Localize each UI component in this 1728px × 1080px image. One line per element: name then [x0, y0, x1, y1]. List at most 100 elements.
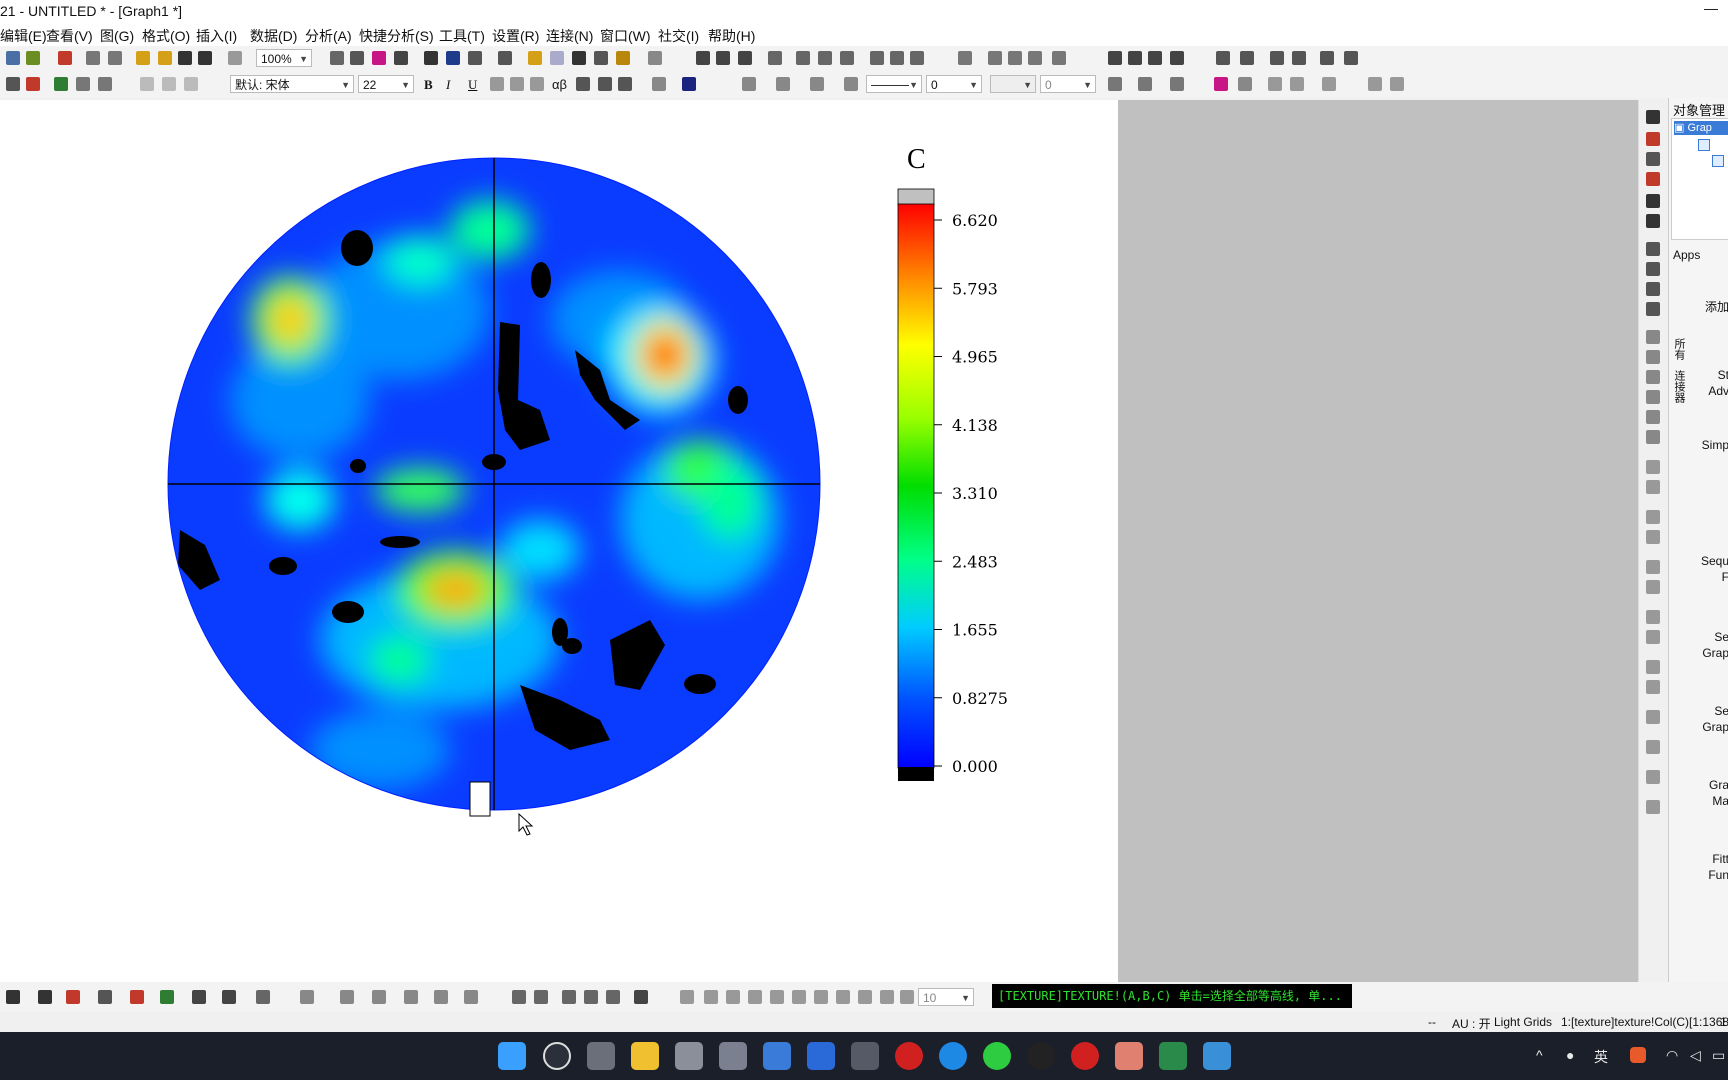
same-height-icon[interactable] — [1646, 580, 1660, 594]
copy-format-icon[interactable] — [98, 77, 112, 91]
image-plot-icon[interactable] — [464, 990, 478, 1004]
3d-bar-icon[interactable] — [372, 990, 386, 1004]
set-column-values-icon[interactable] — [696, 51, 710, 65]
distribute-v-icon[interactable] — [1646, 630, 1660, 644]
data-selector-icon[interactable] — [594, 51, 608, 65]
save-icon[interactable] — [178, 51, 192, 65]
open-icon[interactable] — [136, 51, 150, 65]
new-matrix-icon[interactable] — [58, 51, 72, 65]
sort-icon[interactable] — [738, 51, 752, 65]
print-icon[interactable] — [330, 51, 344, 65]
open-template-icon[interactable] — [158, 51, 172, 65]
menu-quick-analysis[interactable]: 快捷分析(S) — [359, 26, 434, 46]
apps-gear-icon[interactable] — [616, 51, 630, 65]
box-chart-icon[interactable] — [840, 51, 854, 65]
menu-social[interactable]: 社交(I) — [658, 26, 699, 46]
project-explorer-icon[interactable] — [498, 51, 512, 65]
calendar-icon[interactable] — [763, 1042, 791, 1070]
3d-wire-icon[interactable] — [340, 990, 354, 1004]
line-style-combo[interactable]: ▼ — [866, 75, 922, 93]
error-bar-icon[interactable] — [130, 990, 144, 1004]
increase-font-icon[interactable] — [576, 77, 590, 91]
colorbar-title[interactable]: C — [907, 144, 926, 175]
line-width-combo[interactable]: 0 ▼ — [926, 75, 982, 93]
resize-icon[interactable] — [1646, 800, 1660, 814]
scatter-plot-icon[interactable] — [6, 990, 20, 1004]
italic-button[interactable]: I — [446, 77, 450, 93]
last-icon[interactable] — [1170, 51, 1184, 65]
menu-format[interactable]: 格式(O) — [142, 26, 190, 46]
data-reader-icon[interactable] — [572, 51, 586, 65]
music-icon[interactable] — [1071, 1042, 1099, 1070]
move-right-icon[interactable] — [1320, 51, 1334, 65]
app-grap-1[interactable]: Grap — [1669, 646, 1728, 660]
align-icon[interactable] — [618, 77, 632, 91]
back-icon[interactable] — [1646, 680, 1660, 694]
cut-icon[interactable] — [140, 77, 154, 91]
plot-2d-icon[interactable] — [98, 990, 112, 1004]
settings-icon[interactable] — [675, 1042, 703, 1070]
front-icon[interactable] — [1368, 77, 1382, 91]
ungroup-icon[interactable] — [1290, 77, 1304, 91]
app-se-2[interactable]: Se — [1669, 704, 1728, 718]
previous-icon[interactable] — [1128, 51, 1142, 65]
menu-graph[interactable]: 图(G) — [100, 26, 134, 46]
swap-icon[interactable] — [1216, 51, 1230, 65]
rescale-icon[interactable] — [1646, 214, 1660, 228]
set-as-error-icon[interactable] — [1028, 51, 1042, 65]
select-icon[interactable] — [1646, 770, 1660, 784]
font-name-combo[interactable]: 默认: 宋体 ▼ — [230, 75, 354, 93]
arrow-right-icon[interactable] — [1270, 51, 1284, 65]
decrease-font-icon[interactable] — [598, 77, 612, 91]
fill-color-icon[interactable] — [742, 77, 756, 91]
layer-5-icon[interactable] — [1646, 410, 1660, 424]
table-icon[interactable] — [394, 51, 408, 65]
border-icon[interactable] — [1138, 77, 1152, 91]
layer-2-icon[interactable] — [1646, 350, 1660, 364]
layout-icon[interactable] — [372, 51, 386, 65]
app-simp[interactable]: Simp — [1669, 438, 1728, 452]
app-fun[interactable]: Fun — [1669, 868, 1728, 882]
camera-icon[interactable] — [851, 1042, 879, 1070]
group-icon[interactable] — [1268, 77, 1282, 91]
extract-graph-icon[interactable] — [584, 990, 598, 1004]
underline-button[interactable]: U — [468, 77, 477, 93]
ime-indicator[interactable]: 英 — [1594, 1047, 1608, 1067]
ungroup-icon[interactable] — [1646, 740, 1660, 754]
code-builder-icon[interactable] — [424, 51, 438, 65]
extend-icon[interactable] — [814, 990, 828, 1004]
layer-4-icon[interactable] — [1646, 390, 1660, 404]
battery-icon[interactable]: ▭ — [1712, 1047, 1725, 1064]
hatch-icon[interactable] — [1108, 77, 1122, 91]
table-layer-icon[interactable] — [1646, 302, 1660, 316]
status-au[interactable]: AU : 开 — [1452, 1015, 1491, 1032]
template-2-icon[interactable] — [534, 990, 548, 1004]
photos-icon[interactable] — [1203, 1042, 1231, 1070]
layer-marker[interactable] — [469, 781, 491, 817]
perspective-icon[interactable] — [770, 990, 784, 1004]
line-symbol-icon[interactable] — [38, 990, 52, 1004]
clear-filter-icon[interactable] — [890, 51, 904, 65]
light-icon[interactable] — [900, 990, 914, 1004]
menu-insert[interactable]: 插入(I) — [196, 26, 237, 46]
search-icon[interactable] — [543, 1042, 571, 1070]
superscript-icon[interactable] — [490, 77, 504, 91]
heatmap-icon[interactable] — [434, 990, 448, 1004]
histogram-icon[interactable] — [796, 51, 810, 65]
tree-item-graph[interactable]: ▣ Grap — [1674, 121, 1728, 135]
new-function-icon[interactable] — [86, 51, 100, 65]
rotate-3d-2-icon[interactable] — [704, 990, 718, 1004]
axis-y-icon[interactable] — [1646, 172, 1660, 186]
fit-frame-icon[interactable] — [858, 990, 872, 1004]
merge-graph-icon[interactable] — [562, 990, 576, 1004]
app-adv[interactable]: Adv — [1669, 384, 1728, 398]
menu-edit[interactable]: 编辑(E) — [0, 26, 47, 46]
results-log-icon[interactable] — [446, 51, 460, 65]
sun-icon[interactable] — [844, 77, 858, 91]
copy-icon[interactable] — [162, 77, 176, 91]
line-color-icon[interactable] — [810, 77, 824, 91]
new-workbook-icon[interactable] — [6, 51, 20, 65]
app-fitt[interactable]: Fitt — [1669, 852, 1728, 866]
fill-value-combo[interactable]: 0 ▼ — [1040, 75, 1096, 93]
chevron-up-icon[interactable]: ^ — [1536, 1047, 1543, 1063]
